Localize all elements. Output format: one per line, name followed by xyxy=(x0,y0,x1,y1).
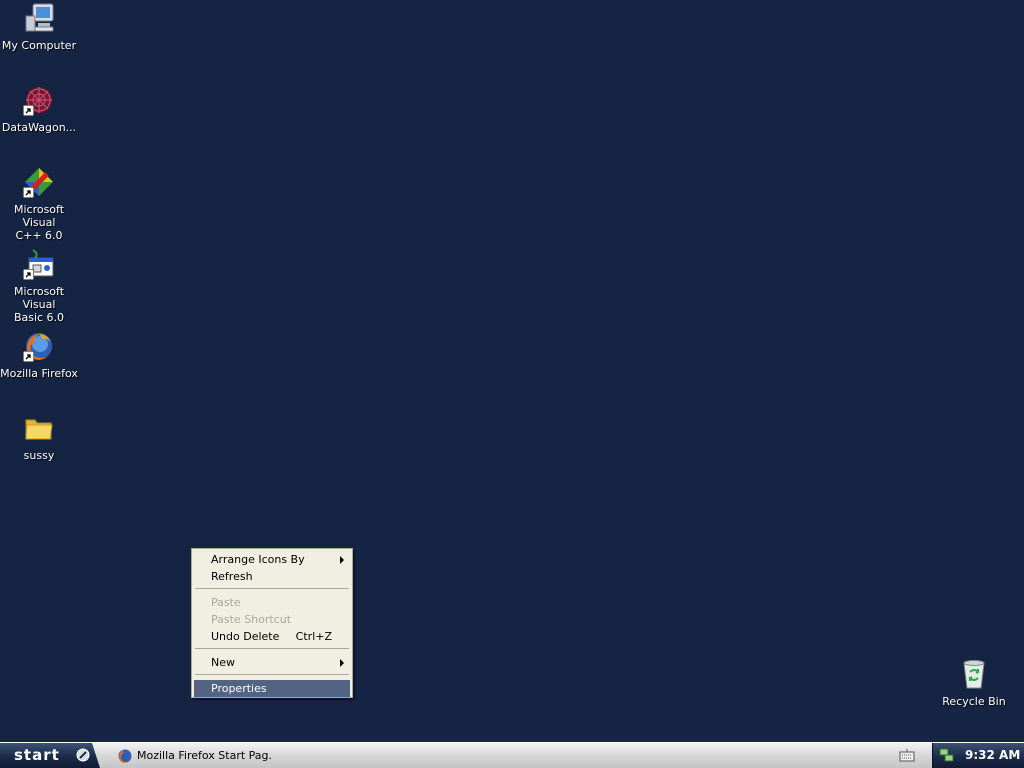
desktop-icon-visual-cpp[interactable]: Microsoft Visual C++ 6.0 xyxy=(0,166,78,242)
menu-item-shortcut: Ctrl+Z xyxy=(295,630,332,643)
keyboard-icon[interactable] xyxy=(899,748,915,762)
folder-icon xyxy=(23,412,55,444)
menu-item-undo-delete[interactable]: Undo Delete Ctrl+Z xyxy=(194,628,350,645)
start-label: start xyxy=(14,746,60,764)
start-orb-icon xyxy=(76,748,90,762)
menu-item-label: New xyxy=(211,656,235,669)
visual-basic-icon xyxy=(23,248,55,280)
label-line-2: C++ 6.0 xyxy=(15,229,63,242)
menu-item-arrange-icons-by[interactable]: Arrange Icons By xyxy=(194,551,350,568)
desktop-icon-label: sussy xyxy=(23,449,55,462)
desktop-icon-label: Mozilla Firefox xyxy=(0,367,78,380)
recycle-bin-icon xyxy=(958,658,990,690)
menu-item-label: Undo Delete xyxy=(211,630,280,643)
shortcut-arrow-icon xyxy=(23,105,34,116)
submenu-arrow-icon xyxy=(340,556,344,564)
menu-item-paste-shortcut: Paste Shortcut xyxy=(194,611,350,628)
desktop-icon-recycle-bin[interactable]: Recycle Bin xyxy=(935,658,1013,708)
system-tray: 9:32 AM xyxy=(932,743,1024,768)
menu-item-properties[interactable]: Properties xyxy=(194,680,350,697)
menu-item-label: Refresh xyxy=(211,570,253,583)
desktop-icon-firefox[interactable]: Mozilla Firefox xyxy=(0,330,78,380)
menu-separator xyxy=(195,648,349,650)
desktop-icon-my-computer[interactable]: My Computer xyxy=(0,2,78,52)
shortcut-arrow-icon xyxy=(23,187,34,198)
label-line-1: Microsoft Visual xyxy=(13,203,65,229)
desktop-context-menu: Arrange Icons By Refresh Paste Paste Sho… xyxy=(191,548,353,698)
label-line-2: Basic 6.0 xyxy=(13,311,65,324)
label-line-1: Microsoft Visual xyxy=(13,285,65,311)
computer-icon xyxy=(23,2,55,34)
network-icon[interactable] xyxy=(939,747,955,763)
shortcut-arrow-icon xyxy=(23,269,34,280)
menu-item-label: Paste xyxy=(211,596,241,609)
firefox-icon xyxy=(23,330,55,362)
desktop[interactable]: My Computer DataWagon... Microsoft Visua… xyxy=(0,0,1024,742)
taskbar-window-label: Mozilla Firefox Start Pag... xyxy=(137,749,272,762)
desktop-icon-datawagon[interactable]: DataWagon... xyxy=(0,84,78,134)
desktop-icon-sussy-folder[interactable]: sussy xyxy=(0,412,78,462)
taskbar-window-firefox[interactable]: Mozilla Firefox Start Pag... xyxy=(112,745,272,766)
taskbar: start Mozilla Firefox Start Pag... 9:32 … xyxy=(0,742,1024,768)
clock[interactable]: 9:32 AM xyxy=(965,748,1020,762)
menu-separator xyxy=(195,588,349,590)
desktop-icon-label: DataWagon... xyxy=(1,121,77,134)
desktop-icon-visual-basic[interactable]: Microsoft Visual Basic 6.0 xyxy=(0,248,78,324)
desktop-icon-label: Recycle Bin xyxy=(942,695,1006,708)
menu-item-label: Arrange Icons By xyxy=(211,553,305,566)
menu-item-label: Properties xyxy=(211,682,267,695)
menu-item-label: Paste Shortcut xyxy=(211,613,292,626)
firefox-icon xyxy=(118,749,132,763)
visual-cpp-icon xyxy=(23,166,55,198)
submenu-arrow-icon xyxy=(340,659,344,667)
menu-separator xyxy=(195,674,349,676)
menu-item-new[interactable]: New xyxy=(194,654,350,671)
desktop-icon-label: Microsoft Visual Basic 6.0 xyxy=(0,285,78,324)
desktop-icon-label: Microsoft Visual C++ 6.0 xyxy=(0,203,78,242)
menu-item-paste: Paste xyxy=(194,594,350,611)
start-button[interactable]: start xyxy=(0,743,100,768)
menu-item-refresh[interactable]: Refresh xyxy=(194,568,350,585)
shortcut-arrow-icon xyxy=(23,351,34,362)
datawagon-icon xyxy=(23,84,55,116)
desktop-icon-label: My Computer xyxy=(1,39,77,52)
